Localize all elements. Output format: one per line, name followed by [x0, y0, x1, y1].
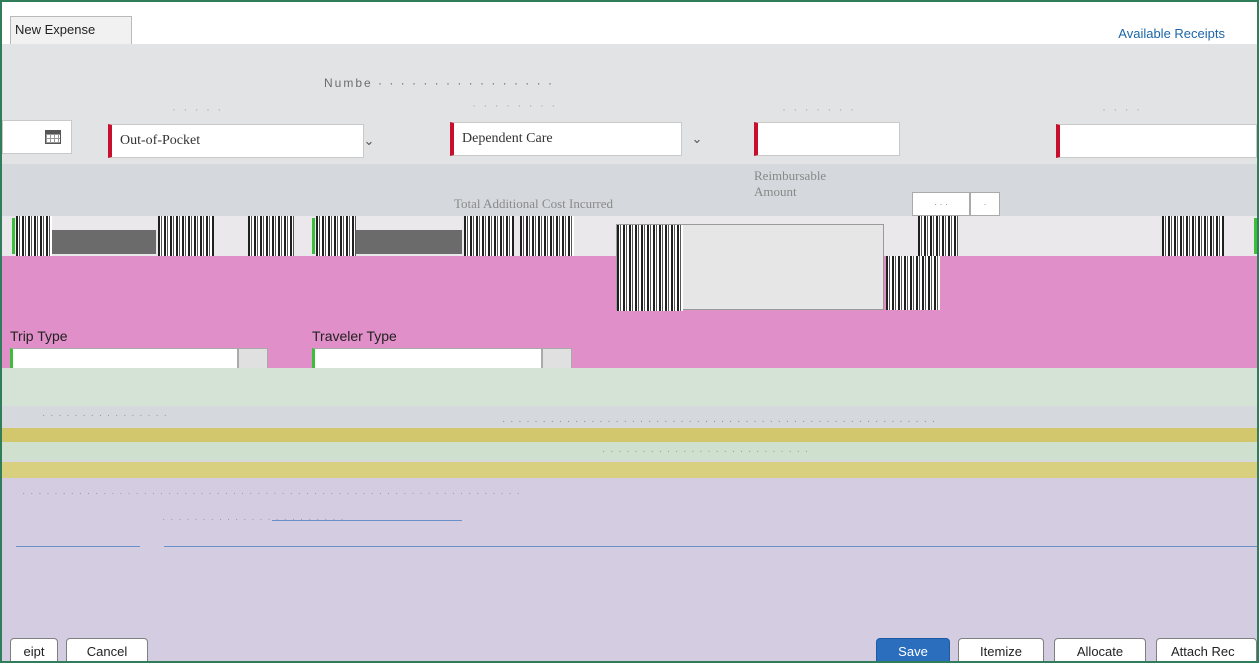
save-button[interactable]: Save	[876, 638, 950, 661]
payment-type-select[interactable]: Out-of-Pocket	[108, 124, 364, 158]
transaction-date-input[interactable]	[2, 120, 72, 154]
glitch-band	[2, 368, 1257, 406]
ghost-label: · · · · ·	[172, 102, 224, 116]
tab-bar: New Expense Available Receipts	[2, 2, 1257, 45]
total-additional-cost-label: Total Additional Cost Incurred	[454, 196, 614, 211]
glitch-band	[2, 478, 1257, 661]
decor	[16, 216, 52, 256]
decor: · · · · · · · · · · · · · · · · · · · · …	[502, 416, 937, 427]
comment-panel	[616, 224, 884, 311]
decor	[464, 216, 514, 256]
ghost-label: · · · ·	[1102, 102, 1142, 116]
cancel-button[interactable]: Cancel	[66, 638, 148, 661]
decor	[1254, 218, 1257, 254]
decor	[356, 230, 462, 254]
decor: · · · · · · · · · · · · · · · · · · · · …	[602, 446, 810, 457]
decor	[886, 256, 940, 310]
decor	[158, 216, 214, 256]
ghost-text: Numbe · · · · · · · · · · · · · · · ·	[324, 76, 554, 90]
decor	[52, 230, 156, 254]
decor	[1162, 216, 1224, 256]
chevron-down-icon[interactable]: ⌄	[682, 122, 712, 156]
ghost-label: · · · · · · · ·	[472, 98, 558, 112]
expense-window: New Expense Available Receipts Numbe · ·…	[0, 0, 1259, 663]
divider	[164, 546, 1257, 547]
decor: · · · · · · · · · · · · · · · ·	[42, 410, 168, 421]
allocate-button[interactable]: Allocate	[1054, 638, 1146, 661]
chevron-down-icon[interactable]: ⌄	[354, 124, 384, 158]
decor	[312, 218, 315, 254]
decor: · · · · · · · · · · · · · · · · · · · · …	[22, 488, 521, 499]
chevron-down-icon[interactable]: ·	[970, 192, 1000, 216]
itemize-button[interactable]: Itemize	[958, 638, 1044, 661]
decor	[12, 218, 15, 254]
calendar-icon[interactable]	[45, 130, 61, 144]
traveler-type-label: Traveler Type	[312, 328, 397, 344]
decor	[248, 216, 294, 256]
vendor-input[interactable]	[754, 122, 900, 156]
divider	[16, 546, 140, 547]
available-receipts-link[interactable]: Available Receipts	[1118, 26, 1225, 41]
decor	[520, 216, 574, 256]
glitch-band	[2, 462, 1257, 478]
glitch-band	[2, 428, 1257, 442]
decor	[316, 216, 356, 256]
currency-select[interactable]: · · ·	[912, 192, 970, 216]
decor	[617, 225, 683, 311]
expense-type-select[interactable]: Dependent Care	[450, 122, 682, 156]
decor	[918, 216, 958, 256]
tab-new-expense[interactable]: New Expense	[10, 16, 132, 44]
attach-receipt-button[interactable]: Attach Rec	[1156, 638, 1257, 661]
city-input[interactable]	[1056, 124, 1257, 158]
reimbursable-amount-label: Reimbursable Amount	[754, 168, 827, 199]
trip-type-label: Trip Type	[10, 328, 68, 344]
save-receipt-button[interactable]: eipt	[10, 638, 58, 661]
divider	[272, 520, 462, 521]
ghost-label: · · · · · · ·	[782, 102, 856, 116]
